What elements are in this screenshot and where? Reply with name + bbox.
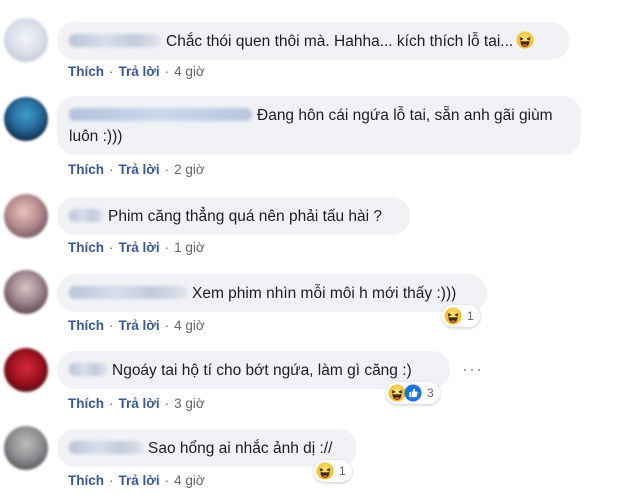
reaction-count: 1 [339,464,346,478]
avatar[interactable] [4,18,48,62]
like-button[interactable]: Thích [68,64,104,79]
separator: · [164,473,170,488]
separator: · [164,240,170,255]
comment-actions: Thích · Trả lời · 4 giờ [68,473,205,488]
comment-bubble: Sao hổng ai nhắc ảnh dị :// [57,429,357,467]
haha-emoji-icon [316,462,334,480]
reply-button[interactable]: Trả lời [119,318,160,333]
like-button[interactable]: Thích [68,473,104,488]
reply-button[interactable]: Trả lời [119,396,160,411]
comment-actions: Thích · Trả lời · 4 giờ [68,64,205,79]
separator: · [164,318,170,333]
reaction-summary[interactable]: 1 [314,460,352,482]
comment-bubble: Chắc thói quen thôi mà. Hahha... kích th… [57,22,569,60]
timestamp[interactable]: 4 giờ [174,473,205,488]
avatar[interactable] [4,97,48,141]
like-button[interactable]: Thích [68,240,104,255]
separator: · [109,240,114,255]
timestamp[interactable]: 3 giờ [174,396,205,411]
commenter-name[interactable] [69,286,187,299]
comment-bubble: Xem phim nhìn mỗi môi h mới thấy :))) [57,274,487,312]
separator: · [109,473,114,488]
reaction-summary[interactable]: 3 [386,382,440,404]
separator: · [164,162,170,177]
reply-button[interactable]: Trả lời [119,473,160,488]
comment-bubble: Đang hôn cái ngứa lỗ tai, sẵn anh gãi gi… [57,96,581,155]
commenter-name[interactable] [69,209,103,222]
more-options-button[interactable]: ··· [462,359,483,380]
timestamp[interactable]: 1 giờ [174,240,205,255]
comment-text-line2: luôn :))) [69,128,123,145]
haha-emoji-icon [516,31,534,49]
separator: · [109,396,114,411]
like-button[interactable]: Thích [68,162,104,177]
commenter-name[interactable] [69,108,252,121]
like-reaction-icon [404,384,422,402]
separator: · [164,396,170,411]
comment-bubble: Phim căng thẳng quá nên phải tấu hài ? [57,197,410,235]
comment-text: Ngoáy tai hộ tí cho bớt ngứa, làm gì căn… [112,362,412,379]
timestamp[interactable]: 4 giờ [174,64,205,79]
reply-button[interactable]: Trả lời [119,64,160,79]
comment-actions: Thích · Trả lời · 1 giờ [68,240,205,255]
reaction-count: 3 [427,386,434,400]
comment-text: Chắc thói quen thôi mà. Hahha... kích th… [166,33,514,50]
separator: · [109,318,114,333]
comment-text: Sao hổng ai nhắc ảnh dị :// [148,440,333,457]
reaction-summary[interactable]: 1 [442,305,480,327]
avatar[interactable] [4,270,48,314]
separator: · [164,64,170,79]
comment-actions: Thích · Trả lời · 2 giờ [68,162,205,177]
commenter-name[interactable] [69,441,143,454]
timestamp[interactable]: 4 giờ [174,318,205,333]
haha-emoji-icon [444,307,462,325]
timestamp[interactable]: 2 giờ [174,162,205,177]
comment-text: Phim căng thẳng quá nên phải tấu hài ? [108,208,383,225]
comment-actions: Thích · Trả lời · 3 giờ [68,396,205,411]
reaction-count: 1 [467,309,474,323]
comment-actions: Thích · Trả lời · 4 giờ [68,318,205,333]
like-button[interactable]: Thích [68,396,104,411]
commenter-name[interactable] [69,363,107,376]
comment-text: Đang hôn cái ngứa lỗ tai, sẵn anh gãi gi… [257,107,553,124]
commenter-name[interactable] [69,34,161,47]
avatar[interactable] [4,348,48,392]
separator: · [109,162,114,177]
separator: · [109,64,114,79]
like-button[interactable]: Thích [68,318,104,333]
avatar[interactable] [4,194,48,238]
reply-button[interactable]: Trả lời [119,240,160,255]
comment-text: Xem phim nhìn mỗi môi h mới thấy :))) [192,285,457,302]
reply-button[interactable]: Trả lời [119,162,160,177]
avatar[interactable] [4,426,48,470]
